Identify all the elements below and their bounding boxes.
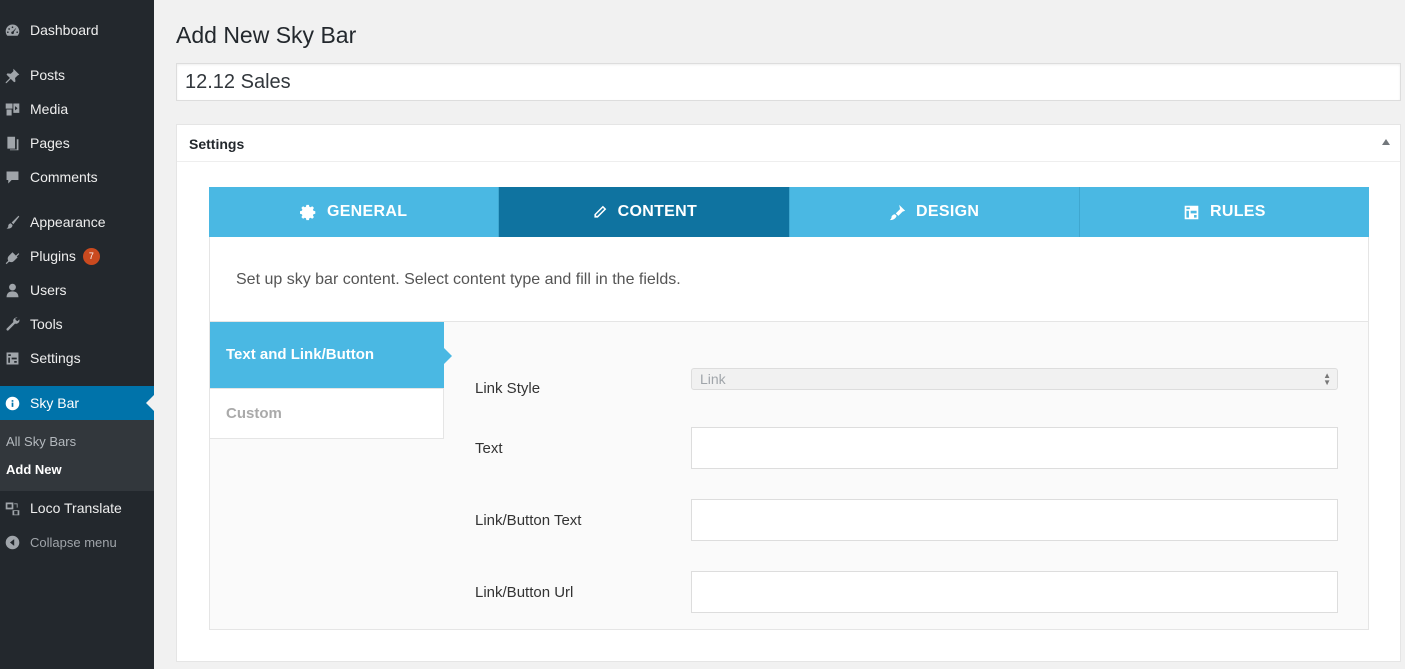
menu-label: Media bbox=[30, 101, 69, 117]
post-title-input[interactable] bbox=[176, 63, 1401, 101]
text-label: Text bbox=[475, 440, 503, 457]
content-tab-panel: Set up sky bar content. Select content t… bbox=[209, 237, 1369, 630]
menu-label: Users bbox=[30, 282, 67, 298]
comment-icon bbox=[0, 167, 30, 187]
menu-item-plugins[interactable]: Plugins 7 bbox=[0, 239, 154, 273]
toggle-panel-arrow-icon[interactable] bbox=[1382, 139, 1390, 145]
menu-item-appearance[interactable]: Appearance bbox=[0, 205, 154, 239]
page-title: Add New Sky Bar bbox=[176, 22, 357, 48]
menu-label: Loco Translate bbox=[30, 500, 122, 516]
menu-item-loco-translate[interactable]: Loco Translate bbox=[0, 491, 154, 525]
menu-item-media[interactable]: Media bbox=[0, 92, 154, 126]
collapse-icon bbox=[0, 532, 30, 552]
link-button-url-input[interactable] bbox=[691, 571, 1338, 613]
submenu-add-new[interactable]: Add New bbox=[6, 462, 62, 477]
menu-label: Dashboard bbox=[30, 22, 99, 38]
tab-content[interactable]: CONTENT bbox=[499, 187, 790, 237]
rules-icon bbox=[1184, 205, 1199, 219]
pin-icon bbox=[0, 65, 30, 85]
collapse-menu-button[interactable]: Collapse menu bbox=[0, 525, 154, 559]
tab-design[interactable]: DESIGN bbox=[789, 187, 1080, 237]
menu-label: Appearance bbox=[30, 214, 106, 230]
select-arrows-icon: ▲ ▼ bbox=[1323, 371, 1331, 387]
settings-tabs: GENERAL CONTENT DESIGN RULES bbox=[209, 187, 1369, 237]
update-count-badge: 7 bbox=[82, 247, 100, 265]
paint-brush-icon bbox=[889, 204, 906, 220]
media-icon bbox=[0, 99, 30, 119]
subtab-custom[interactable]: Custom bbox=[210, 389, 444, 439]
dashboard-icon bbox=[0, 20, 30, 40]
gear-icon bbox=[299, 204, 316, 220]
pages-icon bbox=[0, 133, 30, 153]
tab-label: CONTENT bbox=[617, 203, 698, 220]
menu-label: Tools bbox=[30, 316, 63, 332]
menu-label: Collapse menu bbox=[30, 534, 117, 550]
wrench-icon bbox=[0, 314, 30, 334]
content-type-tabs: Text and Link/Button Custom bbox=[210, 322, 452, 439]
menu-item-sky-bar[interactable]: Sky Bar bbox=[0, 386, 154, 420]
info-icon bbox=[0, 393, 30, 413]
tab-description: Set up sky bar content. Select content t… bbox=[236, 271, 681, 288]
brush-icon bbox=[0, 212, 30, 232]
menu-item-tools[interactable]: Tools bbox=[0, 307, 154, 341]
link-button-url-label: Link/Button Url bbox=[475, 584, 574, 601]
menu-label: Posts bbox=[30, 67, 66, 83]
link-style-select[interactable]: Link ▲ ▼ bbox=[691, 368, 1338, 390]
tab-rules[interactable]: RULES bbox=[1079, 187, 1369, 237]
tab-label: RULES bbox=[1210, 203, 1266, 220]
settings-icon bbox=[0, 348, 30, 368]
menu-item-posts[interactable]: Posts bbox=[0, 58, 154, 92]
menu-label: Comments bbox=[30, 169, 98, 185]
plugin-icon bbox=[0, 246, 30, 266]
sky-bar-submenu: All Sky Bars Add New bbox=[0, 420, 154, 491]
menu-item-settings[interactable]: Settings bbox=[0, 341, 154, 375]
subtab-text-and-link-button[interactable]: Text and Link/Button bbox=[210, 322, 452, 389]
link-button-text-label: Link/Button Text bbox=[475, 512, 582, 529]
link-style-selected-value: Link bbox=[700, 371, 726, 387]
menu-item-dashboard[interactable]: Dashboard bbox=[0, 13, 154, 47]
menu-label: Sky Bar bbox=[30, 395, 80, 411]
tab-label: GENERAL bbox=[326, 203, 408, 220]
tab-label: DESIGN bbox=[916, 203, 980, 220]
submenu-all-sky-bars[interactable]: All Sky Bars bbox=[6, 434, 76, 449]
menu-label: Pages bbox=[30, 135, 70, 151]
link-button-text-input[interactable] bbox=[691, 499, 1338, 541]
admin-sidebar: Dashboard Posts Media Pages Comments App… bbox=[0, 0, 154, 669]
settings-metabox: Settings GENERAL CONTENT DESIGN RULES Se… bbox=[176, 124, 1401, 662]
menu-item-pages[interactable]: Pages bbox=[0, 126, 154, 160]
tab-general[interactable]: GENERAL bbox=[209, 187, 500, 237]
menu-item-users[interactable]: Users bbox=[0, 273, 154, 307]
link-style-label: Link Style bbox=[475, 380, 541, 397]
menu-item-comments[interactable]: Comments bbox=[0, 160, 154, 194]
text-input[interactable] bbox=[691, 427, 1338, 469]
content-panel-body: Text and Link/Button Custom Link Style L… bbox=[210, 321, 1368, 629]
user-icon bbox=[0, 280, 30, 300]
pencil-icon bbox=[594, 205, 606, 218]
translate-icon bbox=[0, 498, 30, 518]
settings-title: Settings bbox=[189, 136, 245, 152]
menu-label: Settings bbox=[30, 350, 81, 366]
settings-header[interactable]: Settings bbox=[177, 125, 1400, 162]
menu-label: Plugins bbox=[30, 248, 76, 264]
